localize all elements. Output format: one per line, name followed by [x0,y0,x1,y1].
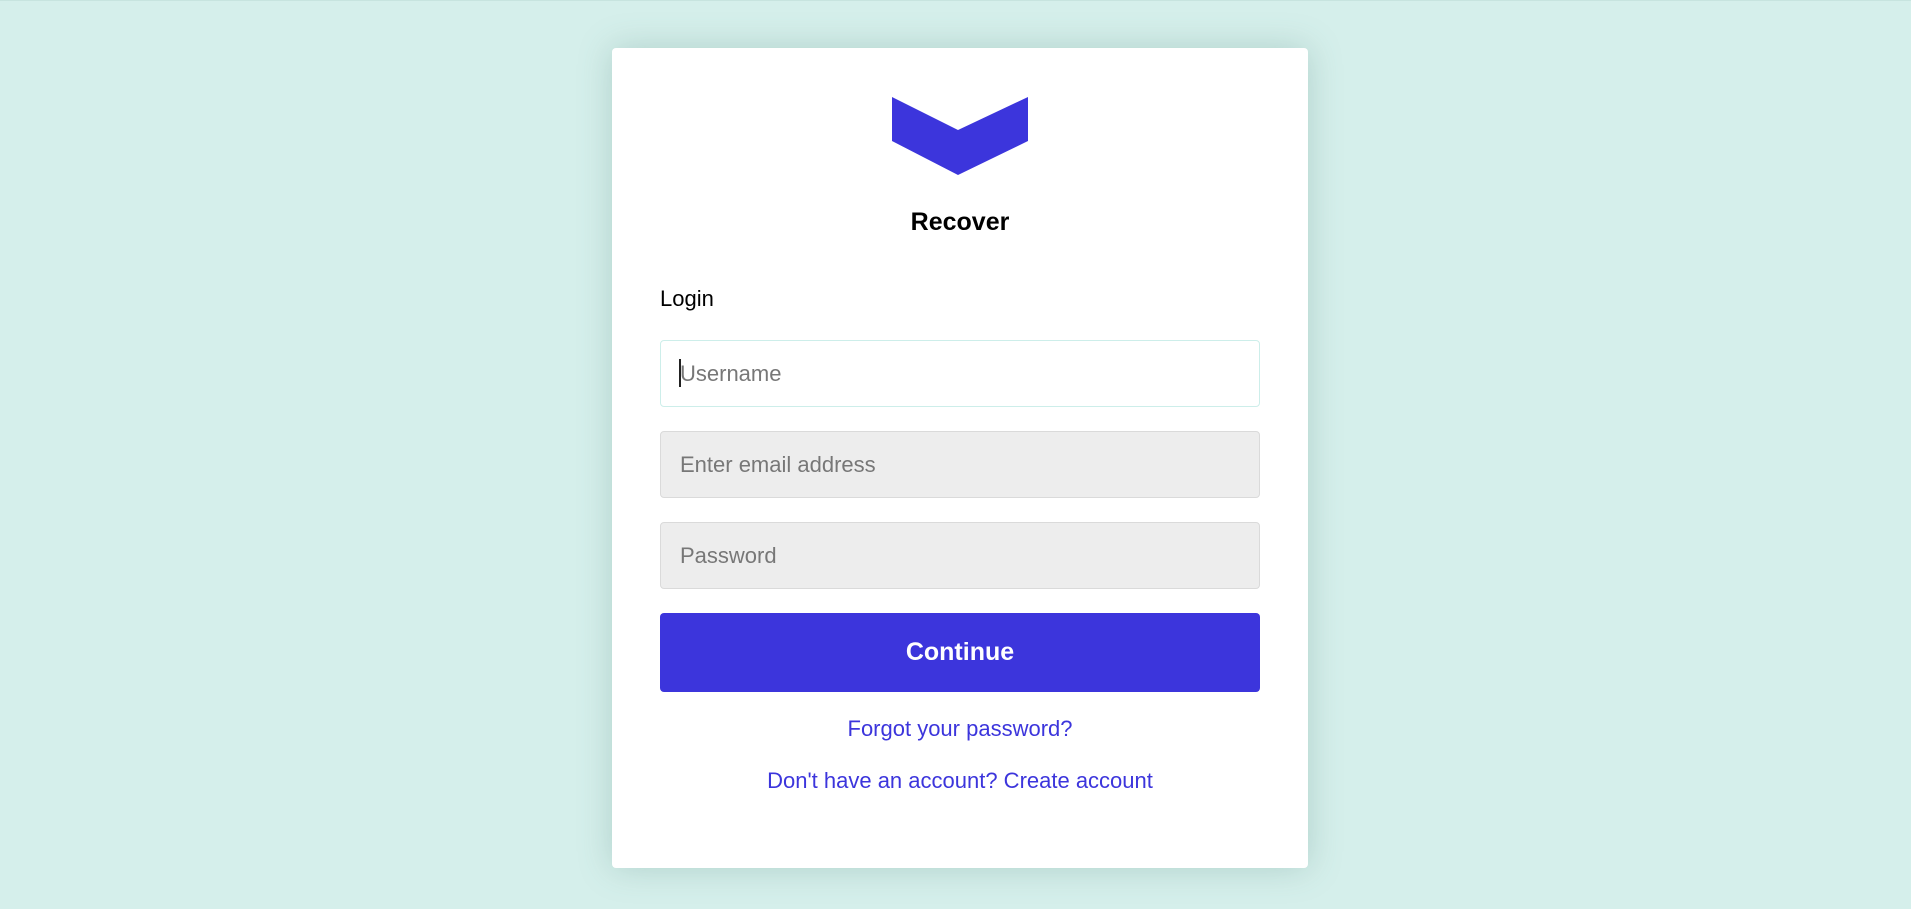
password-input[interactable] [660,522,1260,589]
top-border [0,0,1911,1]
form-heading: Login [660,286,714,311]
chevron-down-icon [892,97,1028,175]
email-input[interactable] [660,431,1260,498]
continue-button[interactable]: Continue [660,613,1260,692]
create-account-link[interactable]: Don't have an account? Create account [612,768,1308,794]
brand-title: Recover [910,208,1010,236]
login-card: Recover Login Continue Forgot your passw… [612,48,1308,868]
forgot-password-link[interactable]: Forgot your password? [612,716,1308,742]
username-input[interactable] [660,340,1260,407]
text-caret [679,359,681,387]
